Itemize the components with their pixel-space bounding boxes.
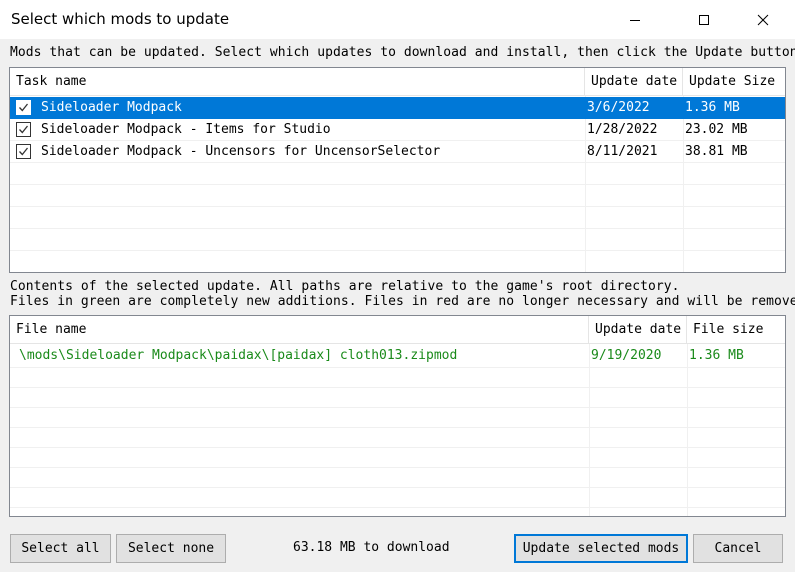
updates-list[interactable]: Task name Update date Update Size Sidelo… <box>9 67 786 273</box>
minimize-button[interactable] <box>612 0 658 39</box>
column-update-date[interactable]: Update date <box>585 68 683 96</box>
close-icon <box>757 14 769 25</box>
file-name-cell: \mods\Sideloader Modpack\paidax\[paidax]… <box>19 348 458 363</box>
task-name-cell: Sideloader Modpack - Uncensors for Uncen… <box>41 144 441 159</box>
row-checkbox[interactable] <box>16 144 31 159</box>
updates-description-container: Mods that can be updated. Select which u… <box>0 45 795 63</box>
grid-line <box>10 206 785 207</box>
contents-list-header: File name Update date File size <box>10 316 785 344</box>
contents-description-line1: Contents of the selected update. All pat… <box>10 279 680 294</box>
update-row[interactable]: Sideloader Modpack - Items for Studio 1/… <box>10 119 785 141</box>
file-row[interactable]: \mods\Sideloader Modpack\paidax\[paidax]… <box>10 345 785 367</box>
row-checkbox[interactable] <box>16 100 31 115</box>
update-size-cell: 1.36 MB <box>685 100 740 115</box>
update-row[interactable]: Sideloader Modpack - Uncensors for Uncen… <box>10 141 785 163</box>
update-size-cell: 23.02 MB <box>685 122 748 137</box>
checkmark-icon <box>19 147 29 156</box>
update-size-cell: 38.81 MB <box>685 144 748 159</box>
task-name-cell: Sideloader Modpack - Items for Studio <box>41 122 331 137</box>
grid-line <box>10 184 785 185</box>
grid-line <box>589 344 590 516</box>
grid-line <box>10 467 785 468</box>
grid-line <box>687 344 688 516</box>
select-all-button[interactable]: Select all <box>10 534 111 563</box>
grid-line <box>10 507 785 508</box>
update-row[interactable]: Sideloader Modpack 3/6/2022 1.36 MB <box>10 97 785 119</box>
column-file-size[interactable]: File size <box>687 316 785 344</box>
column-update-size[interactable]: Update Size <box>683 68 785 96</box>
maximize-button[interactable] <box>681 0 727 39</box>
column-file-name[interactable]: File name <box>10 316 589 344</box>
grid-line <box>10 367 785 368</box>
contents-description-line2: Files in green are completely new additi… <box>10 294 795 309</box>
update-selected-button[interactable]: Update selected mods <box>514 534 688 563</box>
file-size-cell: 1.36 MB <box>689 348 744 363</box>
title-bar[interactable]: Select which mods to update <box>0 0 795 39</box>
row-checkbox[interactable] <box>16 122 31 137</box>
window-title: Select which mods to update <box>11 10 230 28</box>
close-button[interactable] <box>740 0 786 39</box>
file-date-cell: 9/19/2020 <box>591 348 662 363</box>
maximize-icon <box>699 14 709 25</box>
grid-line <box>10 407 785 408</box>
grid-line <box>10 447 785 448</box>
task-name-cell: Sideloader Modpack <box>41 100 182 115</box>
cancel-button[interactable]: Cancel <box>693 534 783 563</box>
minimize-icon <box>630 19 640 21</box>
updates-description: Mods that can be updated. Select which u… <box>10 45 795 60</box>
grid-line <box>10 228 785 229</box>
update-date-cell: 8/11/2021 <box>587 144 658 159</box>
column-task-name[interactable]: Task name <box>10 68 585 96</box>
select-none-button[interactable]: Select none <box>116 534 226 563</box>
checkmark-icon <box>19 103 29 112</box>
download-size-label: 63.18 MB to download <box>293 540 450 555</box>
update-date-cell: 1/28/2022 <box>587 122 658 137</box>
grid-line <box>10 387 785 388</box>
grid-line <box>10 250 785 251</box>
grid-line <box>10 427 785 428</box>
updates-list-header: Task name Update date Update Size <box>10 68 785 96</box>
grid-line <box>10 487 785 488</box>
update-date-cell: 3/6/2022 <box>587 100 650 115</box>
column-update-date[interactable]: Update date <box>589 316 687 344</box>
contents-list[interactable]: File name Update date File size \mods\Si… <box>9 315 786 517</box>
checkmark-icon <box>19 125 29 134</box>
